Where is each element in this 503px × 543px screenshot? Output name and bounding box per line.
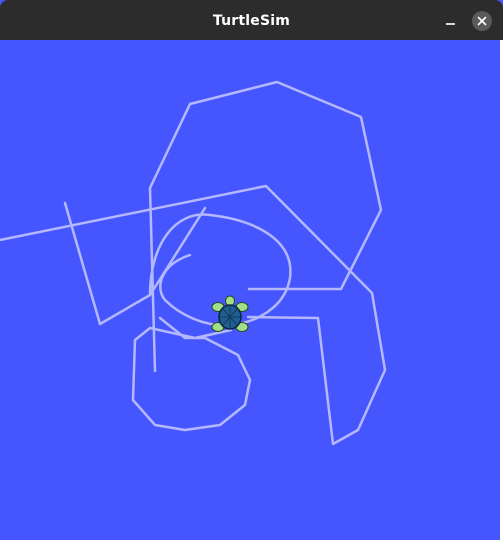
pen-trail-left-sweep <box>0 184 387 446</box>
turtle-icon <box>211 295 249 332</box>
pen-trail-quad <box>63 201 207 326</box>
minimize-button[interactable] <box>442 12 460 30</box>
close-button[interactable] <box>472 11 492 31</box>
pen-trail-octagon <box>148 80 383 373</box>
title-bar[interactable]: TurtleSim <box>0 0 503 40</box>
pen-trail-drawing <box>0 80 387 446</box>
window-title: TurtleSim <box>212 13 291 29</box>
close-icon <box>477 16 487 26</box>
minimize-icon <box>446 23 455 25</box>
turtle-canvas <box>0 40 500 540</box>
turtlesim-window: TurtleSim <box>0 0 503 543</box>
